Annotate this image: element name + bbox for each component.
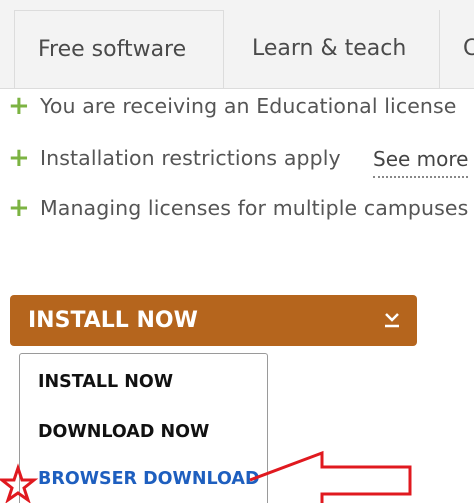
tab-partial-label: C xyxy=(463,36,474,61)
tab-partial[interactable]: C xyxy=(441,10,474,88)
install-options-dropdown: INSTALL NOW DOWNLOAD NOW BROWSER DOWNLOA… xyxy=(19,353,268,503)
feature-installation-restrictions: + Installation restrictions apply xyxy=(8,142,341,174)
feature-multiple-campuses: + Managing licenses for multiple campuse… xyxy=(8,192,468,224)
menu-item-browser-download[interactable]: BROWSER DOWNLOAD xyxy=(38,469,259,489)
tab-learn-teach-label: Learn & teach xyxy=(252,36,407,61)
tab-free-software-label: Free software xyxy=(38,37,187,62)
tab-free-software[interactable]: Free software xyxy=(14,10,224,88)
plus-icon: + xyxy=(8,91,30,121)
annotation-arrow-icon xyxy=(249,450,412,503)
download-icon xyxy=(385,313,399,328)
tab-learn-teach[interactable]: Learn & teach xyxy=(226,10,440,88)
install-now-button-label: INSTALL NOW xyxy=(28,308,198,333)
feature-text: Installation restrictions apply xyxy=(40,146,341,170)
feature-text: Managing licenses for multiple campuses xyxy=(40,196,469,220)
menu-item-download-now[interactable]: DOWNLOAD NOW xyxy=(38,422,209,442)
see-more-link[interactable]: See more xyxy=(373,144,469,178)
install-now-button[interactable]: INSTALL NOW xyxy=(10,295,417,346)
nav-tab-bar: Free software Learn & teach C xyxy=(0,0,474,89)
menu-item-install-now[interactable]: INSTALL NOW xyxy=(38,372,173,392)
plus-icon: + xyxy=(8,143,30,173)
feature-text: You are receiving an Educational license xyxy=(40,94,457,118)
plus-icon: + xyxy=(8,193,30,223)
feature-educational-license: + You are receiving an Educational licen… xyxy=(8,90,457,122)
